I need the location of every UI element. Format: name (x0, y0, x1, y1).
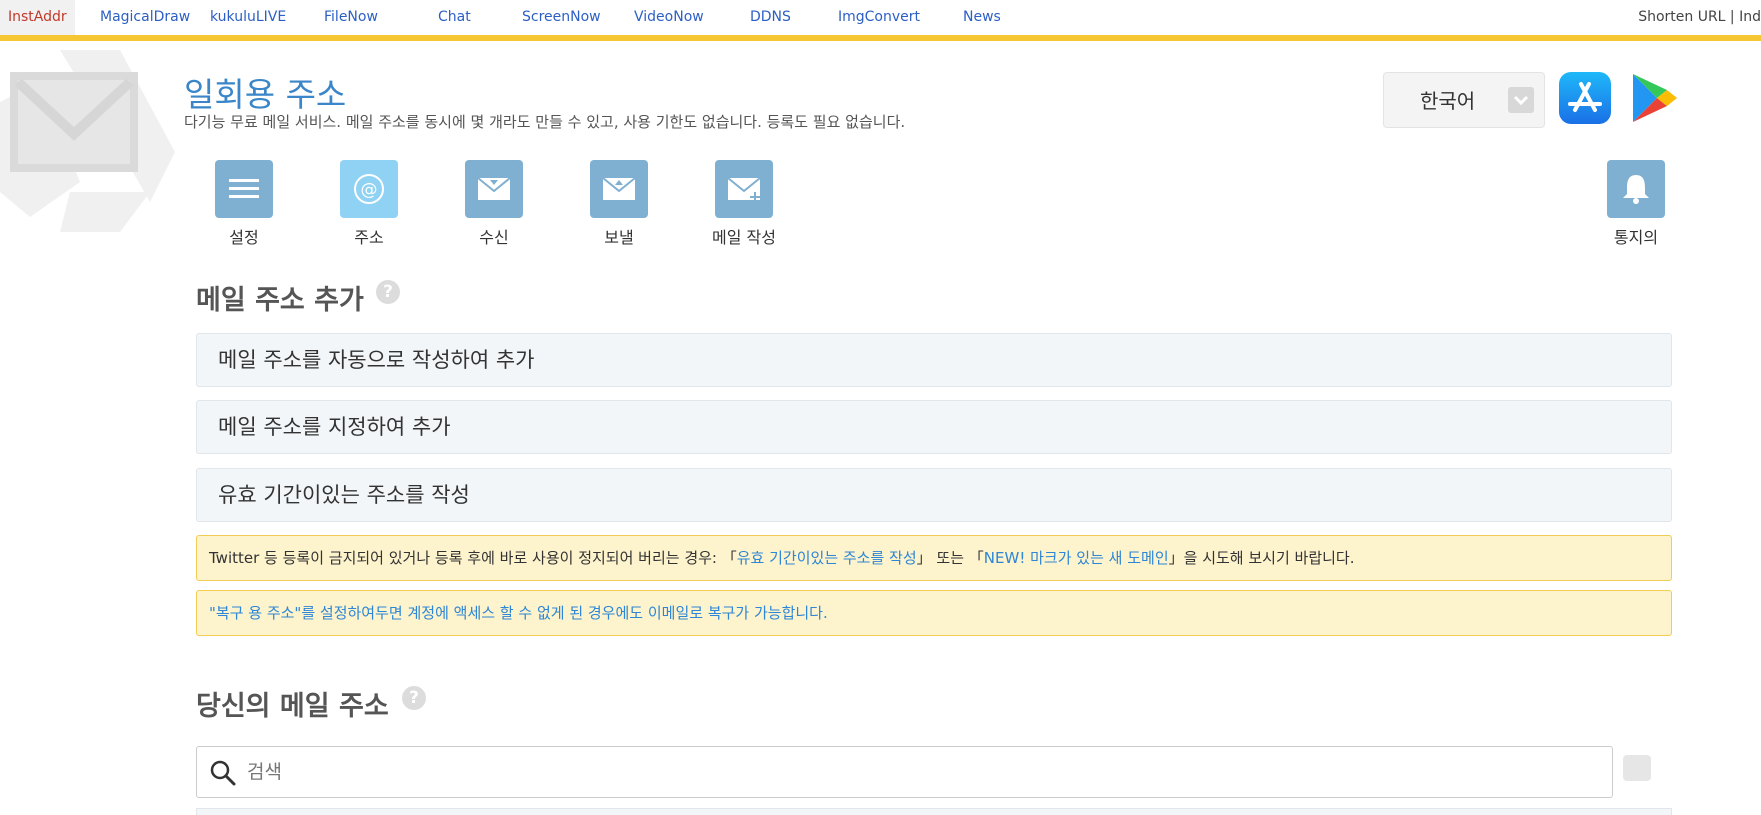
top-accent-line (0, 35, 1761, 41)
top-link-screennow[interactable]: ScreenNow (522, 0, 601, 35)
nav-compose-tile (715, 160, 773, 218)
nav-compose-label: 메일 작성 (712, 228, 776, 247)
help-icon[interactable]: ? (402, 686, 426, 710)
top-link-imgconvert[interactable]: ImgConvert (838, 0, 920, 35)
address-search-input[interactable] (247, 747, 1597, 797)
add-address-section-title: 메일 주소 추가 (196, 285, 364, 316)
svg-text:@: @ (361, 180, 378, 200)
nav-address-label: 주소 (354, 228, 384, 247)
top-link-magicaldraw[interactable]: MagicalDraw (100, 0, 190, 35)
google-play-icon[interactable] (1627, 72, 1679, 124)
nav-settings-tile (215, 160, 273, 218)
twitter-notice: Twitter 등 등록이 금지되어 있거나 등록 후에 바로 사용이 정지되어… (196, 535, 1672, 581)
send-mail-icon (602, 177, 636, 200)
top-link-filenow[interactable]: FileNow (324, 0, 378, 35)
chevron-down-icon (1508, 87, 1534, 113)
expiring-address-button[interactable]: 유효 기간이있는 주소를 작성 (196, 468, 1672, 522)
at-sign-icon: @ (354, 174, 384, 204)
language-select[interactable]: 한국어 (1383, 72, 1545, 128)
nav-sent-label: 보낼 (604, 228, 634, 247)
new-domain-link[interactable]: NEW! 마크가 있는 새 도메인 (984, 549, 1169, 567)
top-nav-bar: InstAddr MagicalDraw kukuluLIVE FileNow … (0, 0, 1761, 35)
top-link-instaddr[interactable]: InstAddr (0, 0, 75, 35)
your-addresses-section-title: 당신의 메일 주소 (196, 691, 389, 722)
twitter-notice-text-post: 」을 시도해 보시기 바랍니다. (1168, 549, 1355, 567)
address-list-top (196, 808, 1672, 815)
twitter-notice-text-pre: Twitter 등 등록이 금지되어 있거나 등록 후에 바로 사용이 정지되어… (209, 549, 737, 567)
bell-icon (1623, 175, 1649, 204)
address-search-box (196, 746, 1613, 798)
top-link-ddns[interactable]: DDNS (750, 0, 791, 35)
search-options-toggle[interactable] (1623, 755, 1651, 781)
app-store-icon[interactable] (1559, 72, 1611, 124)
language-selected-value: 한국어 (1420, 89, 1476, 113)
nav-notifications-tile (1607, 160, 1665, 218)
recovery-notice: "복구 용 주소"를 설정하여두면 계정에 액세스 할 수 없게 된 경우에도 … (196, 590, 1672, 636)
recycle-mail-logo-icon (0, 50, 175, 232)
twitter-notice-text-mid: 」 또는 「 (916, 549, 984, 567)
nav-notifications-label: 통지의 (1613, 228, 1659, 247)
app-subtitle: 다기능 무료 메일 서비스. 메일 주소를 동시에 몇 개라도 만들 수 있고,… (184, 113, 906, 131)
top-link-news[interactable]: News (963, 0, 1001, 35)
expiring-address-link[interactable]: 유효 기간이있는 주소를 작성 (737, 549, 917, 567)
specify-address-button[interactable]: 메일 주소를 지정하여 추가 (196, 400, 1672, 454)
nav-inbox-label: 수신 (479, 228, 509, 247)
top-link-videonow[interactable]: VideoNow (634, 0, 704, 35)
nav-sent-tile (590, 160, 648, 218)
top-link-chat[interactable]: Chat (438, 0, 471, 35)
nav-settings-label: 설정 (229, 228, 259, 247)
nav-address-tile: @ (340, 160, 398, 218)
top-link-shorten-url[interactable]: Shorten URL | Ind (1638, 0, 1761, 35)
search-icon (210, 760, 236, 786)
auto-create-address-button[interactable]: 메일 주소를 자동으로 작성하여 추가 (196, 333, 1672, 387)
compose-mail-icon (727, 177, 761, 202)
app-title: 일회용 주소 (184, 75, 347, 114)
top-link-kukululive[interactable]: kukuluLIVE (210, 0, 286, 35)
nav-inbox-tile (465, 160, 523, 218)
recovery-address-link[interactable]: "복구 용 주소"를 설정하여두면 계정에 액세스 할 수 없게 된 경우에도 … (209, 604, 828, 622)
inbox-mail-icon (477, 177, 511, 200)
menu-icon (229, 179, 259, 198)
help-icon[interactable]: ? (376, 280, 400, 304)
